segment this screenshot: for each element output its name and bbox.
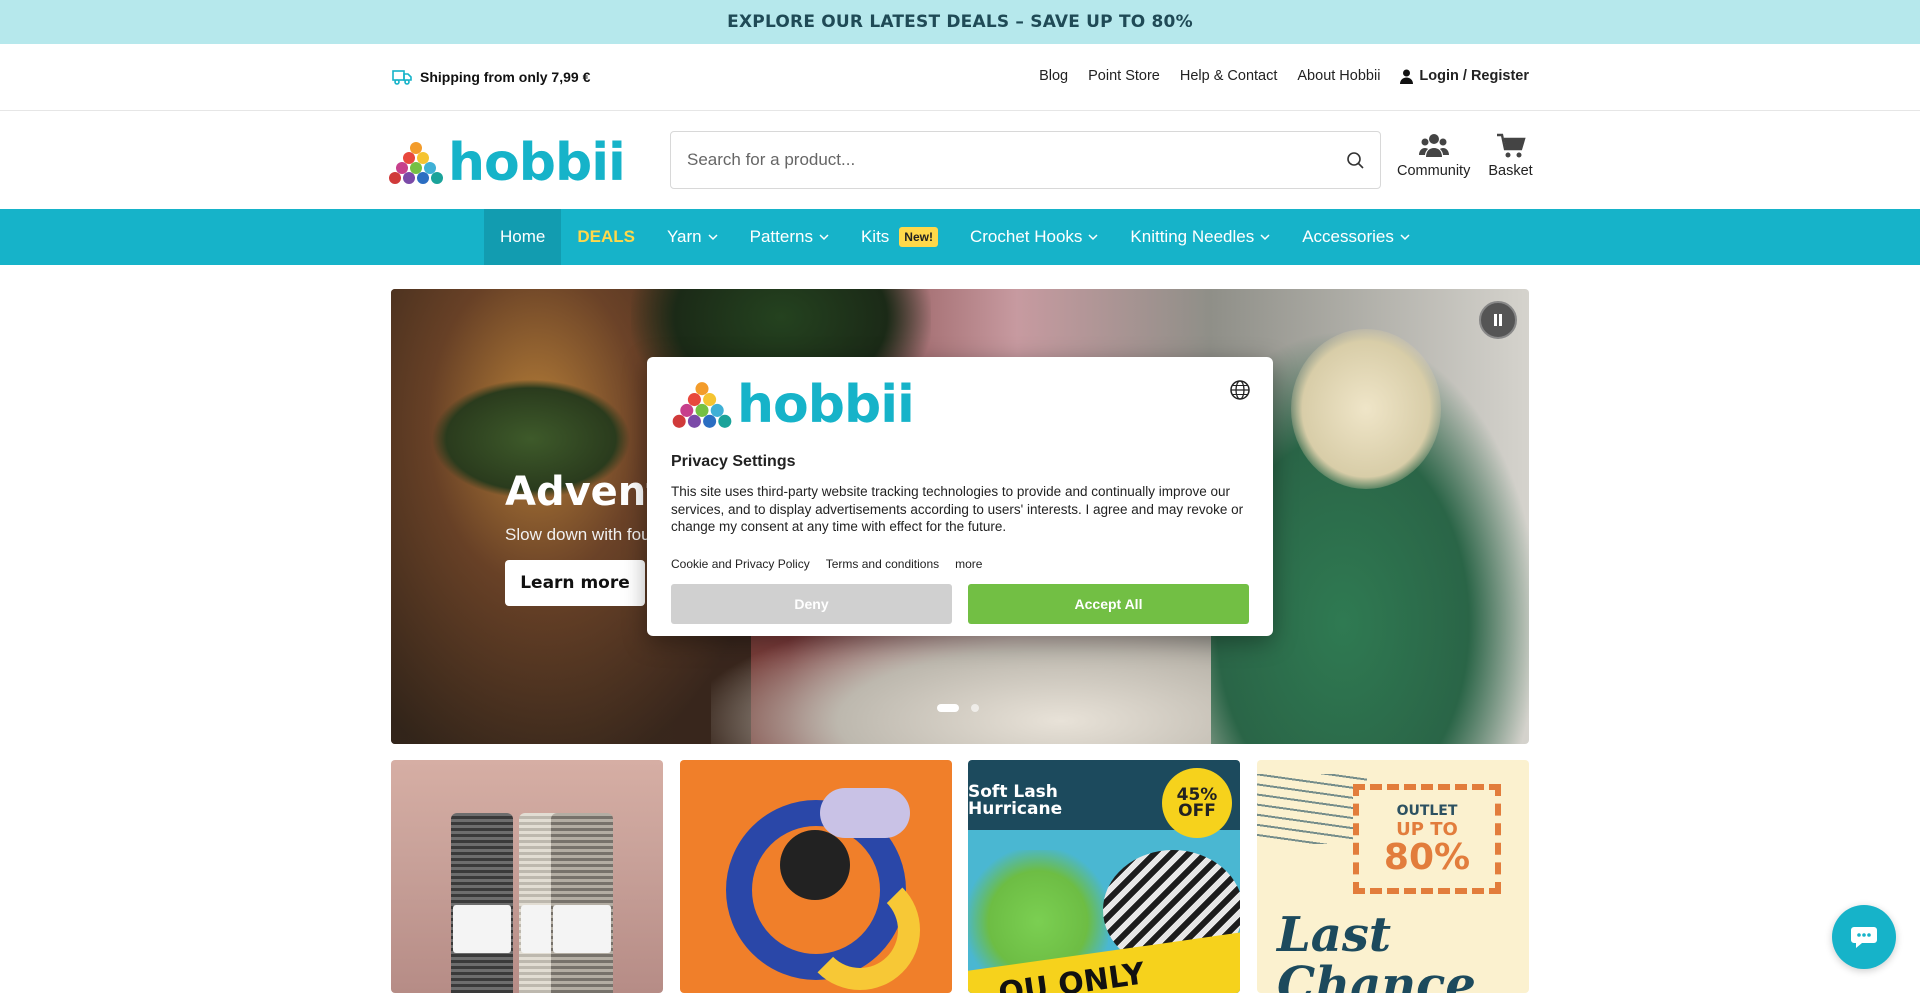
privacy-policy-link[interactable]: Cookie and Privacy Policy [671,557,810,571]
login-label: Login / Register [1419,68,1529,84]
globe-icon[interactable] [1229,379,1251,401]
shipping-text: Shipping from only 7,99 € [420,69,591,85]
utility-bar: Shipping from only 7,99 € Blog Point Sto… [0,44,1920,111]
help-contact-link[interactable]: Help & Contact [1180,68,1278,84]
learn-more-button[interactable]: Learn more [505,560,645,606]
deny-button[interactable]: Deny [671,584,952,624]
promo-tile-yarn-cones[interactable] [391,760,663,993]
about-hobbii-link[interactable]: About Hobbii [1297,68,1380,84]
nav-home[interactable]: Home [484,209,562,265]
chat-icon [1851,927,1877,948]
promo-banner[interactable]: EXPLORE OUR LATEST DEALS – SAVE UP TO 80… [0,0,1920,44]
cat-shape [780,830,850,900]
outlet-percent: 80% [1383,836,1471,878]
chevron-down-icon [708,234,718,241]
outlet-label: OUTLET [1396,802,1458,819]
last-chance-line-1: Last [1277,907,1392,963]
postmark-lines [1257,774,1367,844]
community-label: Community [1397,163,1471,179]
blog-link[interactable]: Blog [1039,68,1068,84]
slider-dot-1[interactable] [937,704,959,712]
nav-crochet-hooks[interactable]: Crochet Hooks [954,209,1114,265]
modal-text: This site uses third-party website track… [671,484,1244,534]
people-icon [1418,134,1449,157]
search-input[interactable] [687,150,1346,170]
more-link[interactable]: more [955,557,982,571]
main-nav: Home DEALS Yarn Patterns Kits New! Croch… [0,209,1920,265]
yarn-pyramid-icon [389,142,443,184]
basket-button[interactable]: Basket [1488,133,1533,179]
nav-yarn[interactable]: Yarn [651,209,734,265]
chevron-down-icon [819,234,829,241]
modal-logo-wordmark: hobbii [737,375,915,435]
nav-accessories-label: Accessories [1302,227,1394,246]
promo-text: EXPLORE OUR LATEST DEALS – SAVE UP TO 80… [727,12,1193,32]
slider-dots [937,704,979,712]
yarn-cone [551,813,613,993]
modal-title: Privacy Settings [671,453,796,470]
pause-button[interactable] [1479,301,1517,339]
nav-deals[interactable]: DEALS [561,209,651,265]
new-badge: New! [899,227,938,247]
login-register-link[interactable]: Login / Register [1400,68,1529,84]
pause-icon [1494,314,1502,326]
basket-label: Basket [1488,163,1533,179]
hero-subtitle: Slow down with fou [505,525,651,544]
chevron-down-icon [1400,234,1410,241]
logo-wordmark: hobbii [448,133,626,193]
chat-button[interactable] [1832,905,1896,969]
terms-link[interactable]: Terms and conditions [826,557,939,571]
truck-icon [392,70,412,85]
yarn-pyramid-icon [672,382,732,428]
last-chance-line-2: Chance [1277,957,1476,993]
nav-crochet-hooks-label: Crochet Hooks [969,227,1083,246]
nav-accessories[interactable]: Accessories [1286,209,1426,265]
promo-tile-outlet[interactable]: OUTLET UP TO 80% Last Chance [1257,760,1529,993]
last-chance-text: Last Chance [1277,910,1476,993]
nav-knitting-needles-label: Knitting Needles [1130,227,1255,246]
outlet-stamp: OUTLET UP TO 80% [1353,784,1501,894]
nav-patterns[interactable]: Patterns [734,209,845,265]
utility-links: Blog Point Store Help & Contact About Ho… [1039,68,1529,84]
cloud-shape [820,788,910,838]
chevron-down-icon [1088,234,1098,241]
privacy-settings-modal: hobbii Privacy Settings This site uses t… [647,357,1273,636]
discount-off: OFF [1178,801,1216,821]
cart-icon [1496,133,1526,158]
nav-yarn-label: Yarn [666,227,702,246]
hero-hair [1291,329,1441,489]
nav-home-label: Home [500,227,546,246]
discount-badge: 45% OFF [1162,768,1232,838]
nav-patterns-label: Patterns [749,227,813,246]
slider-dot-2[interactable] [971,704,979,712]
yarn-cone [451,813,513,993]
header-icons: Community Basket [1397,133,1533,179]
accept-all-button[interactable]: Accept All [968,584,1249,624]
search-icon[interactable] [1346,151,1364,169]
nav-kits-label: Kits [860,227,890,246]
search-box[interactable] [670,131,1381,189]
nav-kits[interactable]: Kits New! [845,209,954,265]
hobbii-logo[interactable]: hobbii [388,133,626,193]
promo-tile-halloween-cat[interactable] [680,760,952,993]
nav-deals-label: DEALS [577,227,635,246]
modal-logo: hobbii [671,375,915,435]
user-icon [1400,69,1414,84]
community-button[interactable]: Community [1397,133,1470,179]
point-store-link[interactable]: Point Store [1088,68,1160,84]
shipping-info: Shipping from only 7,99 € [392,68,590,86]
promo-tile-soft-lash[interactable]: Soft Lash Hurricane 45% OFF OU ONLY [968,760,1240,993]
chevron-down-icon [1260,234,1270,241]
tile-title-line-2: Hurricane [968,799,1063,819]
nav-knitting-needles[interactable]: Knitting Needles [1114,209,1286,265]
site-header: hobbii Community [0,111,1920,209]
modal-links: Cookie and Privacy Policy Terms and cond… [671,557,982,571]
